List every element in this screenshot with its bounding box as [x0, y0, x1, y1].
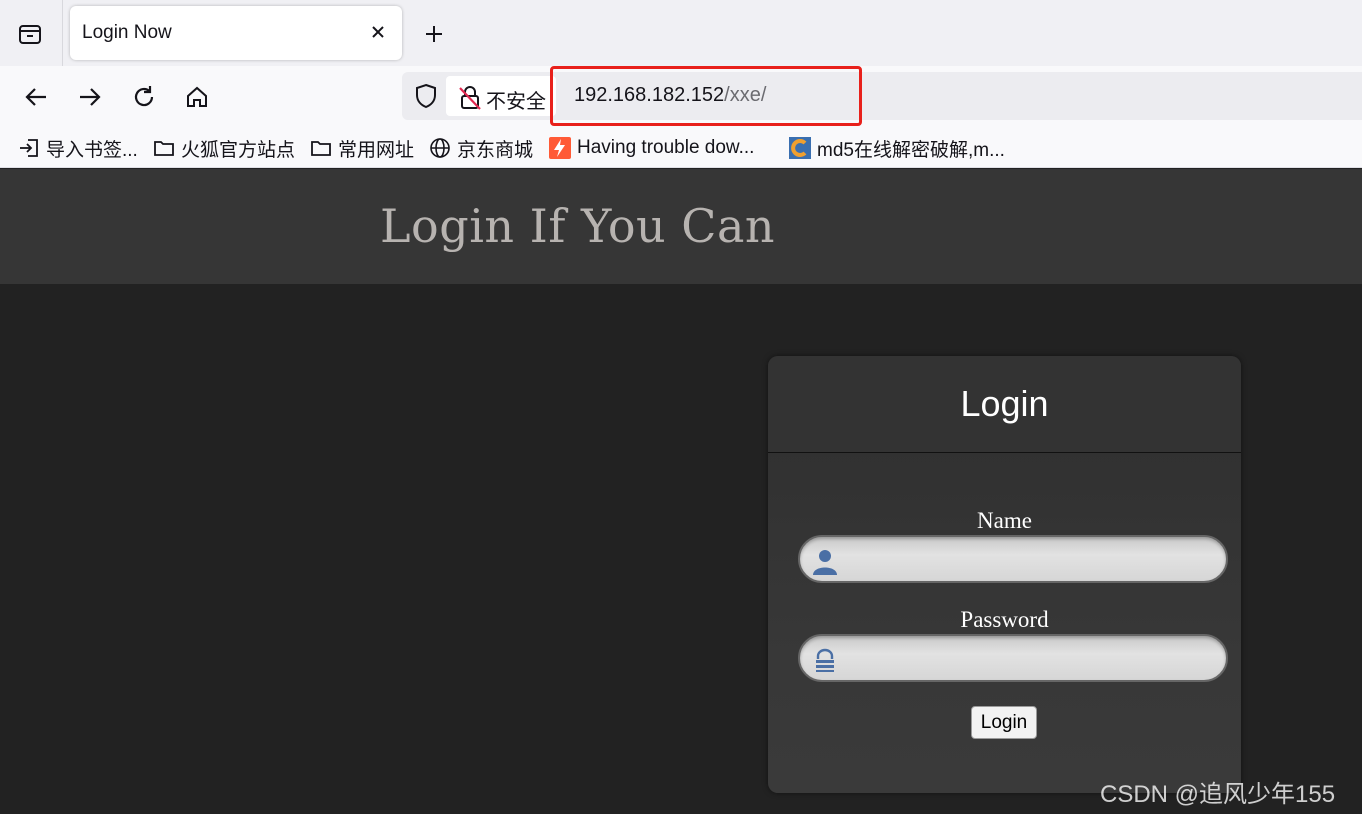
bookmark-label: Having trouble dow... — [577, 137, 755, 158]
watermark: CSDN @追风少年155 — [1100, 781, 1336, 808]
bookmark-label: 导入书签... — [46, 139, 138, 161]
back-arrow-icon[interactable] — [20, 81, 52, 113]
import-icon — [18, 137, 40, 159]
md5-favicon — [789, 137, 811, 159]
site-title: Login If You Can — [380, 199, 776, 253]
name-field[interactable] — [798, 535, 1228, 583]
bookmark-label: 京东商城 — [457, 139, 534, 161]
bookmark-common-sites[interactable]: 常用网址 — [310, 134, 414, 162]
new-tab-icon[interactable] — [420, 20, 448, 48]
url-text[interactable]: 192.168.182.152/xxe/ — [574, 84, 766, 107]
tab-title: Login Now — [82, 22, 172, 43]
password-field[interactable] — [798, 634, 1228, 682]
tab-strip: Login Now — [0, 0, 1362, 66]
tab-manager-icon[interactable] — [14, 18, 46, 50]
navigation-bar: 不安全 192.168.182.152/xxe/ — [0, 66, 1362, 128]
bookmark-jd[interactable]: 京东商城 — [429, 134, 533, 162]
insecure-lock-icon — [458, 85, 482, 110]
home-icon[interactable] — [181, 81, 213, 113]
tab-divider — [62, 0, 63, 66]
close-icon[interactable] — [366, 20, 390, 44]
bookmark-label: 常用网址 — [338, 139, 415, 161]
login-panel: Login Name Password Login — [768, 356, 1241, 793]
bookmark-import[interactable]: 导入书签... — [18, 134, 138, 162]
bookmark-label: md5在线解密破解,m... — [817, 139, 1005, 161]
url-path: /xxe/ — [724, 84, 767, 106]
folder-icon — [153, 137, 175, 159]
login-heading: Login — [768, 356, 1241, 453]
reload-icon[interactable] — [128, 81, 160, 113]
password-label: Password — [960, 607, 1049, 632]
url-host: 192.168.182.152 — [574, 84, 725, 106]
login-button[interactable]: Login — [971, 706, 1037, 739]
security-label: 不安全 — [486, 91, 546, 113]
lightning-favicon — [549, 137, 571, 159]
shield-icon[interactable] — [412, 82, 440, 110]
password-input[interactable] — [844, 640, 1214, 676]
bookmark-firefox-official[interactable]: 火狐官方站点 — [153, 134, 295, 162]
bookmark-label: 火狐官方站点 — [181, 139, 296, 161]
name-label: Name — [977, 508, 1032, 533]
tab-login-now[interactable]: Login Now — [70, 6, 402, 60]
site-security-indicator[interactable]: 不安全 — [446, 76, 556, 116]
lock-icon — [810, 645, 840, 675]
bookmark-md5[interactable]: md5在线解密破解,m... — [789, 134, 1005, 162]
user-icon — [810, 546, 840, 576]
bookmark-having-trouble[interactable]: Having trouble dow... — [549, 134, 754, 162]
address-bar[interactable]: 不安全 192.168.182.152/xxe/ — [402, 72, 1362, 120]
site-header: Login If You Can — [0, 169, 1362, 284]
login-heading-text: Login — [960, 383, 1049, 424]
bookmarks-bar: 导入书签... 火狐官方站点 常用网址 京东商城 Having trouble … — [0, 128, 1362, 168]
globe-icon — [429, 137, 451, 159]
forward-arrow-icon[interactable] — [74, 81, 106, 113]
name-input[interactable] — [844, 541, 1214, 577]
folder-icon — [310, 137, 332, 159]
